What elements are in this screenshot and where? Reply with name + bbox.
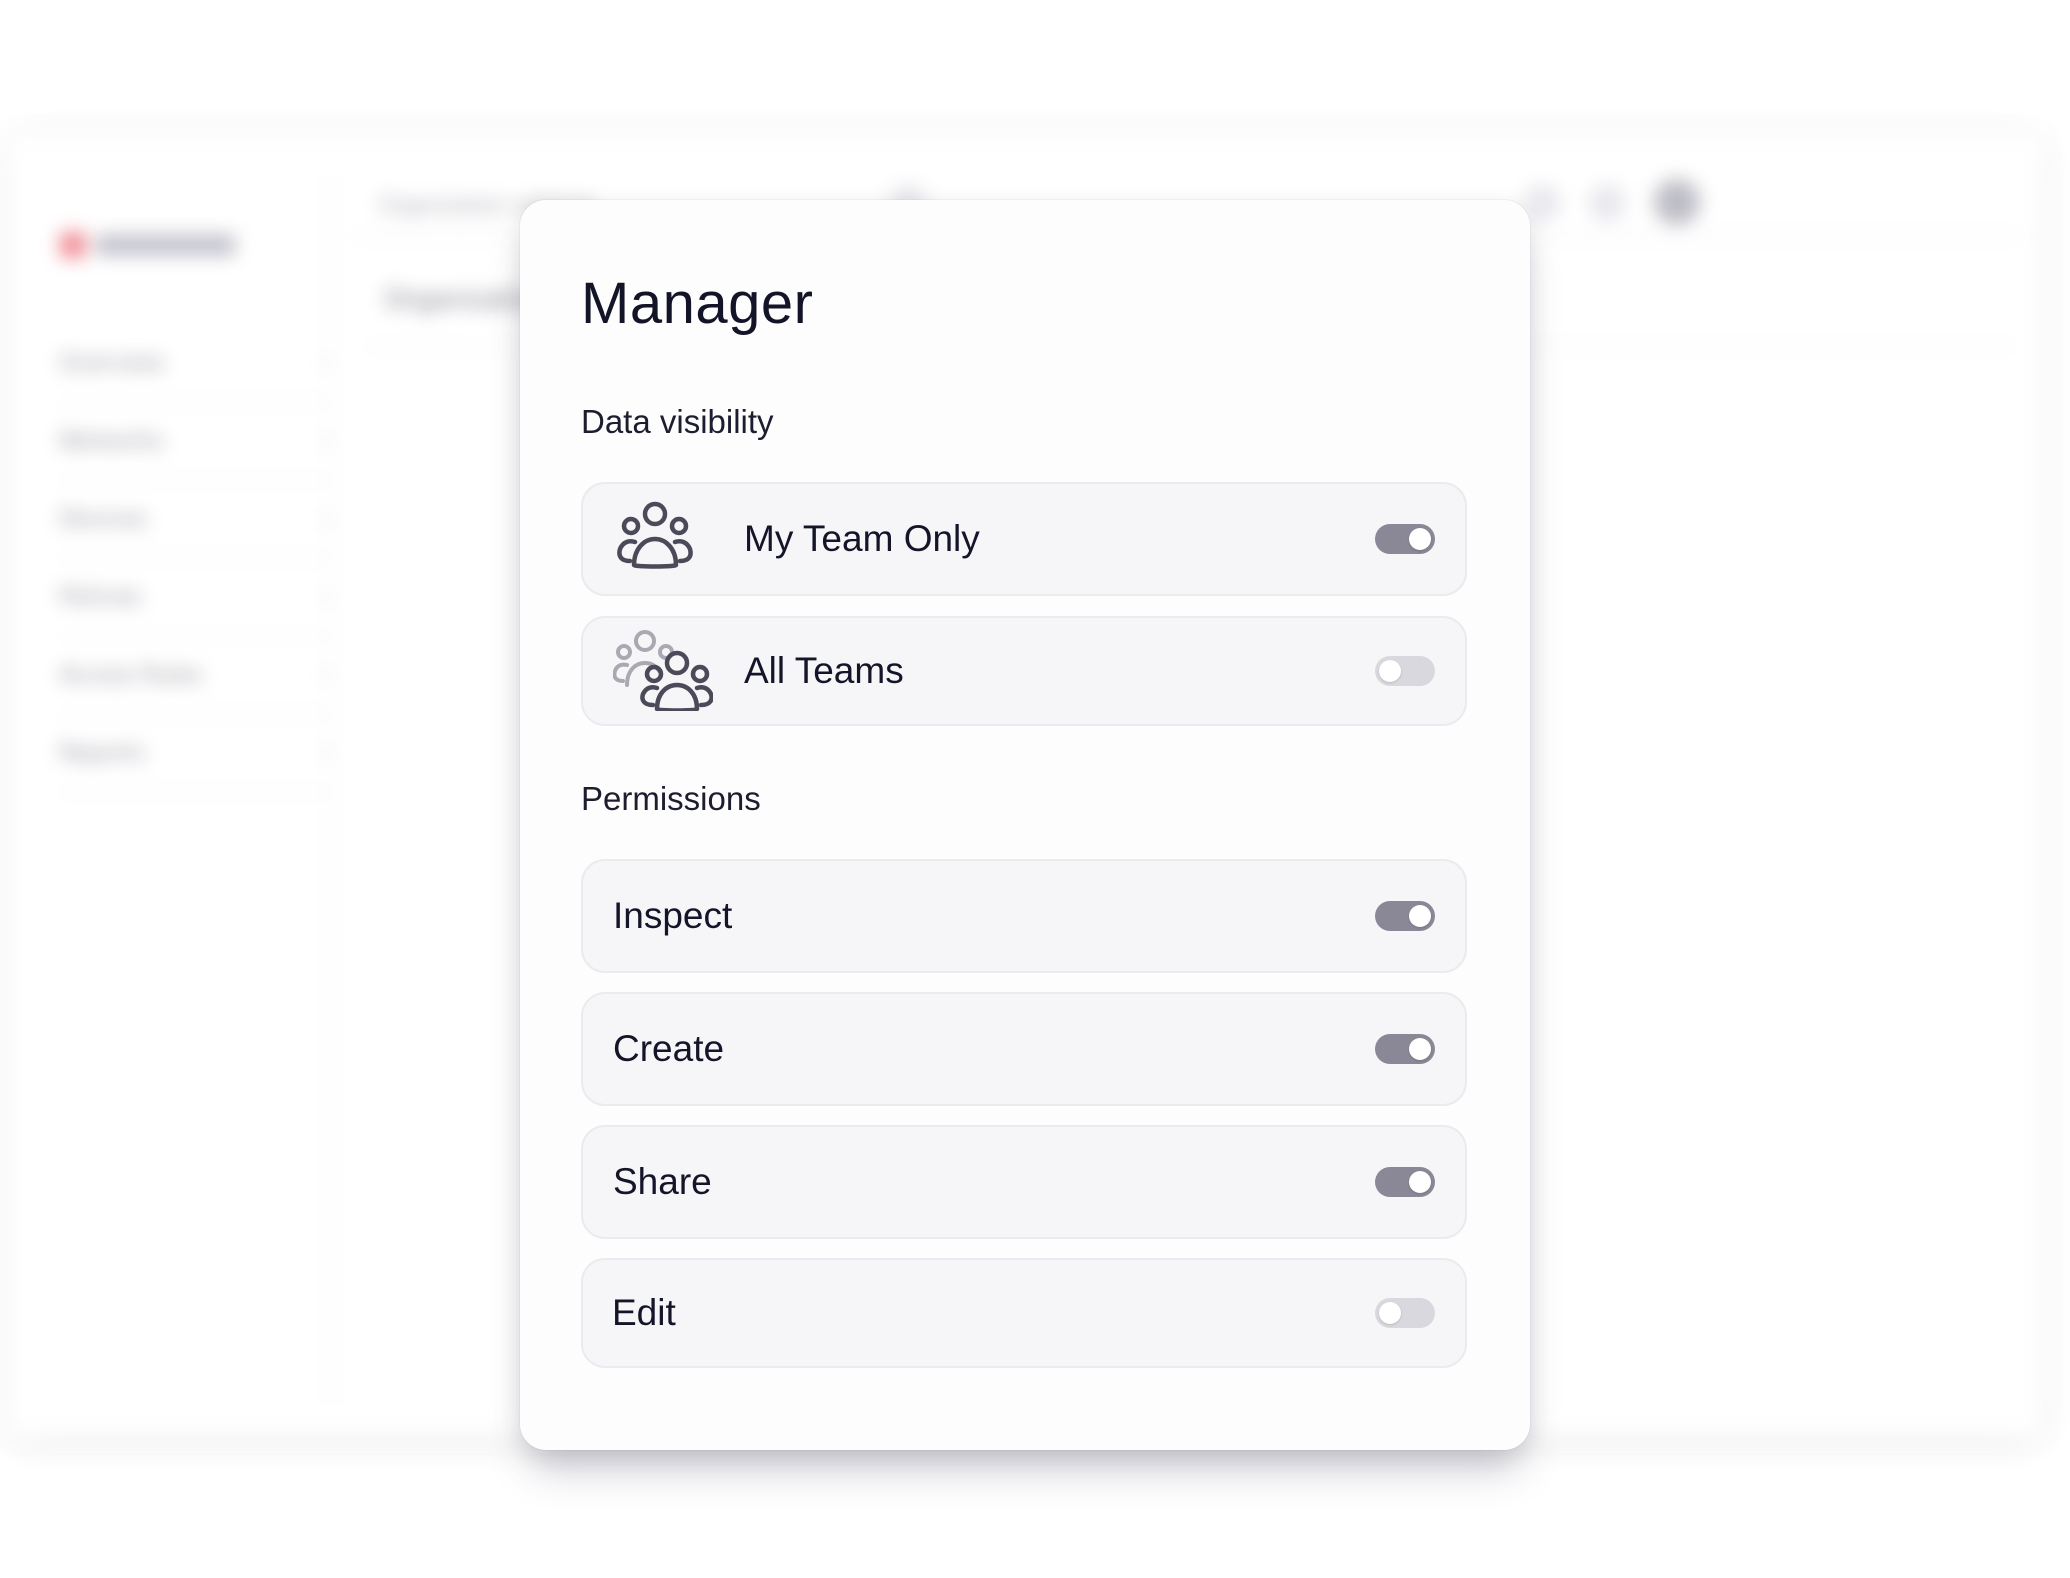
data-visibility-label: Data visibility xyxy=(581,403,774,440)
my-team-toggle[interactable] xyxy=(1375,524,1435,554)
create-toggle[interactable] xyxy=(1375,1034,1435,1064)
all-teams-toggle[interactable] xyxy=(1375,656,1435,686)
background-nav: Overview › Networks › Devices › Policies › A… xyxy=(60,325,330,793)
chevron-right-icon: › xyxy=(321,584,330,610)
dialog-title: Manager xyxy=(581,271,814,336)
nav-item: Overview › xyxy=(60,325,330,403)
nav-item-label: Overview xyxy=(60,350,164,376)
nav-item: Policies › xyxy=(60,559,330,637)
chevron-right-icon: › xyxy=(321,740,330,766)
visibility-option-label: My Team Only xyxy=(744,518,980,559)
nav-item: Access Rules › xyxy=(60,637,330,715)
nav-item-label: Access Rules xyxy=(60,662,202,688)
manager-dialog: Manager Data visibility My Team Only All… xyxy=(520,200,1530,1450)
permission-label: Edit xyxy=(612,1292,676,1333)
logo-wordmark xyxy=(95,235,235,255)
visibility-option-my-team[interactable]: My Team Only xyxy=(581,482,1467,596)
nav-item-label: Policies xyxy=(60,584,142,610)
permissions-label: Permissions xyxy=(581,780,761,817)
permission-create[interactable]: Create xyxy=(581,992,1467,1106)
team-icon xyxy=(615,501,695,577)
chevron-right-icon: › xyxy=(321,350,330,376)
avatar xyxy=(1654,179,1700,225)
permission-label: Create xyxy=(613,1028,725,1069)
app-logo xyxy=(60,230,235,260)
nav-item-label: Devices xyxy=(60,506,147,532)
toggle-knob xyxy=(1409,905,1431,927)
visibility-option-label: All Teams xyxy=(744,650,904,691)
toggle-knob xyxy=(1409,528,1431,550)
chevron-right-icon: › xyxy=(321,506,330,532)
permission-share[interactable]: Share xyxy=(581,1125,1467,1239)
chevron-right-icon: › xyxy=(321,428,330,454)
edit-toggle[interactable] xyxy=(1375,1298,1435,1328)
permission-label: Inspect xyxy=(613,895,733,936)
toggle-knob xyxy=(1409,1038,1431,1060)
logo-mark xyxy=(60,232,86,258)
all-teams-icon xyxy=(612,627,714,715)
background-sidebar: Overview › Networks › Devices › Policies › A… xyxy=(30,175,332,1405)
permission-label: Share xyxy=(613,1161,712,1202)
bell-icon xyxy=(1589,185,1625,221)
share-toggle[interactable] xyxy=(1375,1167,1435,1197)
nav-item-label: Reports xyxy=(60,740,145,766)
visibility-option-all-teams[interactable]: All Teams xyxy=(581,616,1467,726)
toggle-knob xyxy=(1379,1302,1401,1324)
search-icon xyxy=(1524,185,1560,221)
inspect-toggle[interactable] xyxy=(1375,901,1435,931)
toggle-knob xyxy=(1409,1171,1431,1193)
nav-item: Networks › xyxy=(60,403,330,481)
nav-item: Reports › xyxy=(60,715,330,793)
permission-inspect[interactable]: Inspect xyxy=(581,859,1467,973)
toggle-knob xyxy=(1379,660,1401,682)
nav-item: Devices › xyxy=(60,481,330,559)
permission-edit[interactable]: Edit xyxy=(581,1258,1467,1368)
chevron-right-icon: › xyxy=(321,662,330,688)
nav-item-label: Networks xyxy=(60,428,164,454)
